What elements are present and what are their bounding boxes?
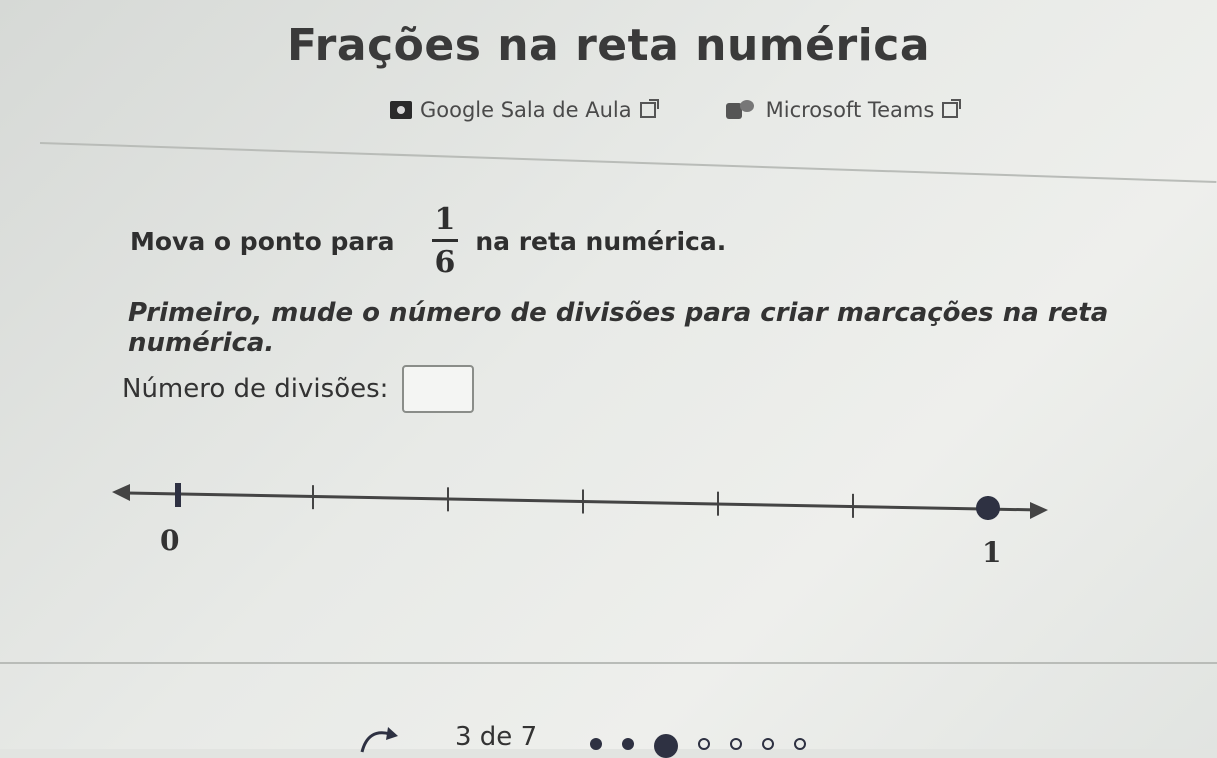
microsoft-teams-icon — [725, 100, 756, 120]
number-line-label-one: 1 — [982, 536, 1001, 569]
exercise-page: Frações na reta numérica Google Sala de … — [0, 0, 1217, 758]
prompt-text-before: Mova o ponto para — [130, 227, 395, 256]
share-google-classroom-label: Google Sala de Aula — [420, 98, 632, 122]
redo-icon[interactable] — [358, 724, 406, 754]
exercise-hint: Primeiro, mude o número de divisões para… — [128, 298, 1109, 358]
progress-label: 3 de 7 — [455, 722, 538, 752]
fraction-numerator: 1 — [434, 202, 456, 237]
progress-dot — [622, 738, 634, 750]
share-microsoft-teams-link[interactable]: Microsoft Teams — [725, 98, 962, 122]
progress-dot — [730, 738, 742, 750]
share-microsoft-teams-label: Microsoft Teams — [765, 98, 935, 122]
progress-dot — [698, 738, 710, 750]
number-line-left-arrow — [112, 484, 130, 501]
divisions-input[interactable] — [402, 365, 475, 413]
progress-dot-current — [654, 734, 678, 758]
external-link-icon — [639, 99, 659, 118]
progress-dots — [590, 730, 826, 758]
progress-dot — [762, 738, 774, 750]
fraction-denominator: 6 — [434, 245, 456, 280]
progress-dot — [590, 738, 602, 750]
number-line-label-zero: 0 — [160, 524, 179, 557]
external-link-icon — [942, 99, 962, 118]
exercise-prompt: Mova o ponto para 1 6 na reta numérica. — [130, 205, 726, 278]
progress-footer: 3 de 7 — [0, 700, 1217, 758]
prompt-text-after: na reta numérica. — [475, 227, 727, 256]
page-title: Frações na reta numérica — [286, 20, 931, 71]
number-line-right-arrow — [1030, 502, 1048, 519]
number-line[interactable]: 0 1 — [0, 440, 1217, 590]
divisions-label: Número de divisões: — [122, 374, 389, 404]
target-fraction: 1 6 — [428, 205, 461, 278]
divisions-row: Número de divisões: — [122, 365, 475, 413]
header-divider — [39, 142, 1217, 184]
share-google-classroom-link[interactable]: Google Sala de Aula — [390, 98, 659, 122]
draggable-point[interactable] — [976, 496, 1000, 520]
google-classroom-icon — [390, 101, 412, 119]
share-links: Google Sala de Aula Microsoft Teams — [390, 98, 962, 122]
progress-dot — [794, 738, 806, 750]
footer-divider — [0, 662, 1217, 664]
